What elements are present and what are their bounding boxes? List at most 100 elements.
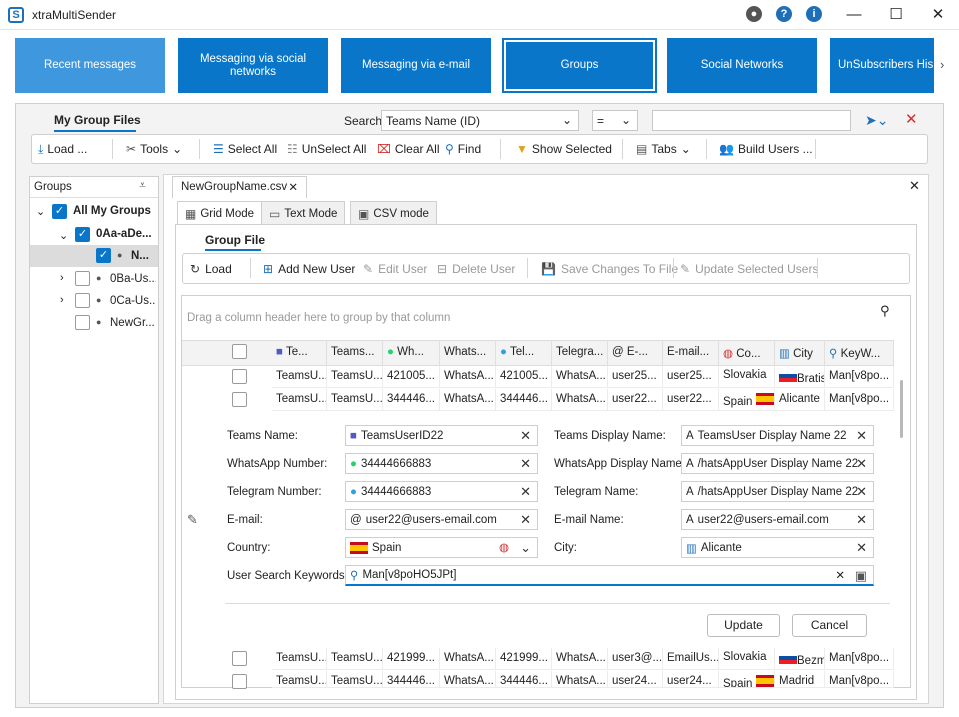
grid-cell[interactable]: Man[v8po... [825, 648, 894, 670]
maximize-button[interactable]: ☐ [886, 5, 906, 25]
column-header[interactable]: ◍ Co... [719, 340, 775, 366]
header-select-all-checkbox[interactable] [232, 344, 247, 359]
clear-icon[interactable]: ✕ [520, 456, 531, 472]
nav-scroll-right-icon[interactable]: › [940, 57, 944, 72]
tab-csv-mode[interactable]: ▣ CSV mode [350, 201, 437, 225]
grid-cell[interactable]: user25... [663, 366, 719, 388]
clear-icon[interactable]: ✕ [520, 512, 531, 528]
grid-cell[interactable]: Spain [719, 671, 775, 688]
operator-select[interactable]: = ⌄ [592, 110, 638, 131]
row-checkbox[interactable] [232, 369, 247, 384]
chevron-down-icon[interactable]: ⌄ [36, 205, 45, 218]
build-users-button[interactable]: 👥 Build Users ... [719, 142, 813, 156]
add-user-button[interactable]: ⊞ Add New User [263, 262, 355, 276]
checkbox-group-0aa[interactable]: ✓ [75, 227, 90, 242]
grid-cell[interactable]: WhatsA... [552, 648, 608, 670]
grid-cell[interactable]: Spain [719, 389, 775, 411]
grid-cell[interactable]: TeamsU... [272, 671, 327, 688]
tools-button[interactable]: ✂ Tools ⌄ [126, 142, 182, 156]
grid-cell[interactable]: Man[v8po... [825, 366, 894, 388]
column-header[interactable]: Telegra... [552, 340, 608, 366]
tab-text-mode[interactable]: ▭ Text Mode [261, 201, 346, 225]
grid-cell[interactable]: Man[v8po... [825, 389, 894, 411]
grid-cell[interactable]: WhatsA... [552, 389, 608, 411]
grid-cell[interactable]: 344446... [383, 671, 440, 688]
grid-cell[interactable]: TeamsU... [327, 366, 383, 388]
checkbox-group-0ba[interactable] [75, 271, 90, 286]
column-header[interactable]: ● Tel... [496, 340, 552, 366]
update-selected-button[interactable]: ✎ Update Selected Users [680, 262, 818, 276]
clear-icon[interactable]: ✕ [835, 568, 845, 582]
grid-cell[interactable]: Slovakia [719, 366, 775, 388]
tree-item-0ba[interactable]: 0Ba-Us... [110, 273, 156, 285]
column-header[interactable]: ● Wh... [383, 340, 440, 366]
cancel-button[interactable]: Cancel [792, 614, 867, 637]
delete-user-button[interactable]: ⊟ Delete User [437, 262, 515, 276]
tree-item-0ca[interactable]: 0Ca-Us... [110, 295, 156, 307]
update-button[interactable]: Update [707, 614, 780, 637]
tree-item-0aa[interactable]: 0Aa-aDe... [96, 228, 156, 240]
grid-cell[interactable]: user22... [608, 389, 663, 411]
row-checkbox[interactable] [232, 674, 247, 689]
grid-cell[interactable]: user24... [608, 671, 663, 688]
grid-cell[interactable]: 421005... [383, 366, 440, 388]
grid-cell[interactable]: TeamsU... [327, 389, 383, 411]
city-field[interactable]: ▥ Alicante ✕ [681, 537, 874, 558]
grid-cell[interactable]: 344446... [496, 389, 552, 411]
nav-messaging-email[interactable]: Messaging via e-mail [341, 38, 491, 93]
clear-icon[interactable]: ✕ [520, 428, 531, 444]
grid-cell[interactable]: TeamsU... [327, 648, 383, 670]
grid-cell[interactable]: user22... [663, 389, 719, 411]
column-header[interactable]: Teams... [327, 340, 383, 366]
grid-cell[interactable]: Man[v8po... [825, 671, 894, 688]
tree-item-all-groups[interactable]: All My Groups [73, 205, 157, 217]
country-select[interactable]: Spain ◍ ⌄ [345, 537, 538, 558]
grid-cell[interactable]: 421999... [496, 648, 552, 670]
nav-unsubscribers[interactable]: UnSubscribers His [830, 38, 934, 93]
grid-cell[interactable]: user24... [663, 671, 719, 688]
nav-social-networks[interactable]: Social Networks [667, 38, 817, 93]
show-selected-button[interactable]: ▼ Show Selected [516, 142, 612, 156]
minimize-button[interactable]: — [844, 5, 864, 25]
tab-newgroupname[interactable]: NewGroupName.csv ✕ [172, 176, 307, 198]
save-changes-button[interactable]: 💾 Save Changes To File [541, 262, 678, 276]
search-field-select[interactable]: Teams Name (ID) ⌄ [381, 110, 579, 131]
grid-cell[interactable]: TeamsU... [272, 366, 327, 388]
close-window-button[interactable]: ✕ [928, 5, 948, 25]
row-checkbox[interactable] [232, 392, 247, 407]
column-header[interactable]: Whats... [440, 340, 496, 366]
email-field[interactable]: @ user22@users-email.com ✕ [345, 509, 538, 530]
column-header[interactable]: ▥ City [775, 340, 825, 366]
help-icon[interactable]: ? [776, 6, 792, 22]
globe-user-icon[interactable]: ● [746, 6, 762, 22]
teams-name-field[interactable]: ■ TeamsUserID22 ✕ [345, 425, 538, 446]
whatsapp-field[interactable]: ● 34444666883 ✕ [345, 453, 538, 474]
search-value-input[interactable] [652, 110, 851, 131]
close-tab-icon[interactable]: ✕ [288, 180, 298, 194]
grid-cell[interactable]: 344446... [496, 671, 552, 688]
grid-cell[interactable]: Slovakia [719, 648, 775, 670]
tree-item-file[interactable]: N... [131, 250, 157, 262]
file-load-button[interactable]: ↻ Load [190, 262, 232, 276]
chevron-right-icon[interactable]: › [60, 294, 64, 306]
grid-cell[interactable]: WhatsA... [440, 648, 496, 670]
grid-cell[interactable]: 421999... [383, 648, 440, 670]
clear-icon[interactable]: ✕ [856, 512, 867, 528]
teams-display-field[interactable]: A TeamsUser Display Name 22 ✕ [681, 425, 874, 446]
grid-cell[interactable]: Bezma... [775, 648, 825, 670]
keywords-field[interactable]: ⚲ Man[v8poHO5JPt] ✕ ▣ [345, 565, 874, 586]
grid-cell[interactable]: TeamsU... [272, 648, 327, 670]
collapse-icon[interactable]: ⩡ [139, 178, 146, 193]
clear-icon[interactable]: ✕ [520, 484, 531, 500]
my-group-files-tab[interactable]: My Group Files [54, 113, 141, 127]
whatsapp-display-field[interactable]: A/hatsAppUser Display Name 22 ✕ [681, 453, 874, 474]
grid-cell[interactable]: user25... [608, 366, 663, 388]
tabs-button[interactable]: ▤ Tabs ⌄ [636, 142, 691, 156]
grid-cell[interactable]: WhatsA... [552, 366, 608, 388]
telegram-name-field[interactable]: A/hatsAppUser Display Name 22 ✕ [681, 481, 874, 502]
grid-cell[interactable]: TeamsU... [327, 671, 383, 688]
column-header[interactable]: ⚲ KeyW... [825, 340, 894, 366]
clear-icon[interactable]: ✕ [856, 540, 867, 556]
column-header[interactable]: ■ Te... [272, 340, 327, 366]
nav-recent-messages[interactable]: Recent messages [15, 38, 165, 93]
